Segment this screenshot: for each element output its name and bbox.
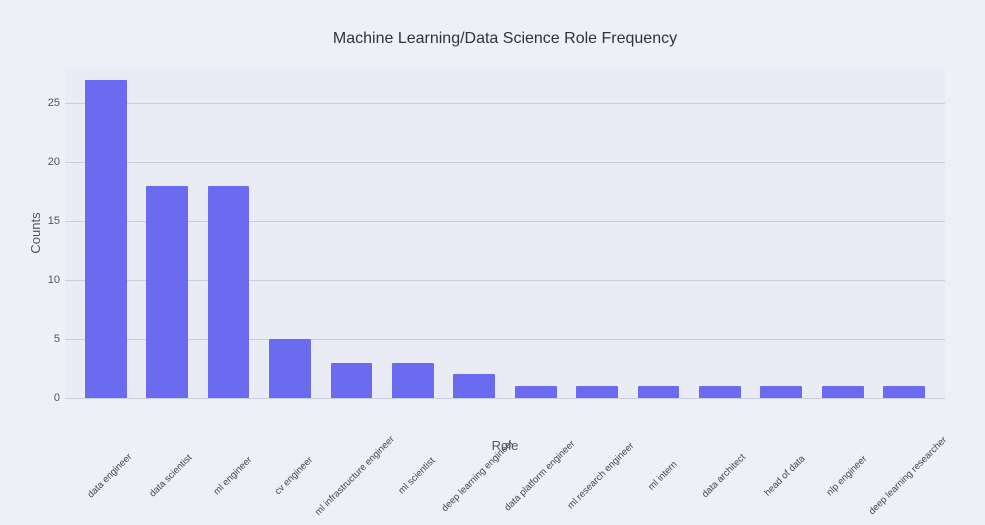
y-tick-label: 20	[35, 156, 60, 168]
y-tick-label: 10	[35, 274, 60, 286]
bar-group: ml intern	[628, 68, 689, 398]
bar	[515, 386, 557, 398]
bar-label: cv engineer	[273, 455, 316, 498]
bar-group: head of data	[751, 68, 812, 398]
bar-group: data scientist	[136, 68, 197, 398]
bar-group: data platform engineer	[505, 68, 566, 398]
bar	[699, 386, 741, 398]
bar	[883, 386, 925, 398]
bar-label: data engineer	[85, 451, 134, 500]
bar-group: ml infrastructure engineer	[321, 68, 382, 398]
bar	[146, 186, 188, 398]
bar-group: nlp engineer	[812, 68, 873, 398]
chart-container: Machine Learning/Data Science Role Frequ…	[0, 0, 985, 525]
bar	[208, 186, 250, 398]
bar-group: ml research engineer	[566, 68, 627, 398]
bar-group: deep learning engineer	[444, 68, 505, 398]
chart-title: Machine Learning/Data Science Role Frequ…	[65, 30, 945, 48]
bar-group: data architect	[689, 68, 750, 398]
bar-label: ml scientist	[396, 455, 437, 496]
bar-label: data architect	[700, 452, 748, 500]
bar	[453, 374, 495, 398]
bar-label: ml engineer	[211, 454, 254, 497]
y-tick-label: 15	[35, 215, 60, 227]
bar	[269, 339, 311, 398]
bar	[638, 386, 680, 398]
bar-label: nlp engineer	[824, 454, 869, 499]
bar-label: data scientist	[148, 452, 195, 499]
bar-label: ml research engineer	[566, 440, 637, 511]
y-tick-label: 5	[35, 333, 60, 345]
bar	[331, 363, 373, 398]
y-gridline: 0	[65, 398, 945, 399]
bar	[576, 386, 618, 398]
y-tick-label: 0	[35, 392, 60, 404]
bar-label: head of data	[763, 453, 808, 498]
bar-label: deep learning researcher	[867, 435, 949, 517]
bar	[760, 386, 802, 398]
bar-group: ml scientist	[382, 68, 443, 398]
bar-label: ml infrastructure engineer	[313, 434, 397, 518]
bar-group: cv engineer	[259, 68, 320, 398]
bar	[392, 363, 434, 398]
y-tick-label: 25	[35, 97, 60, 109]
bar	[85, 80, 127, 398]
bar-group: data engineer	[75, 68, 136, 398]
chart-area: Counts Role 0510152025 data engineerdata…	[65, 68, 945, 398]
bars-wrapper: data engineerdata scientistml engineercv…	[65, 68, 945, 398]
bar-group: ml engineer	[198, 68, 259, 398]
bar-group: deep learning researcher	[873, 68, 934, 398]
bar	[822, 386, 864, 398]
bar-label: ml intern	[646, 459, 680, 493]
